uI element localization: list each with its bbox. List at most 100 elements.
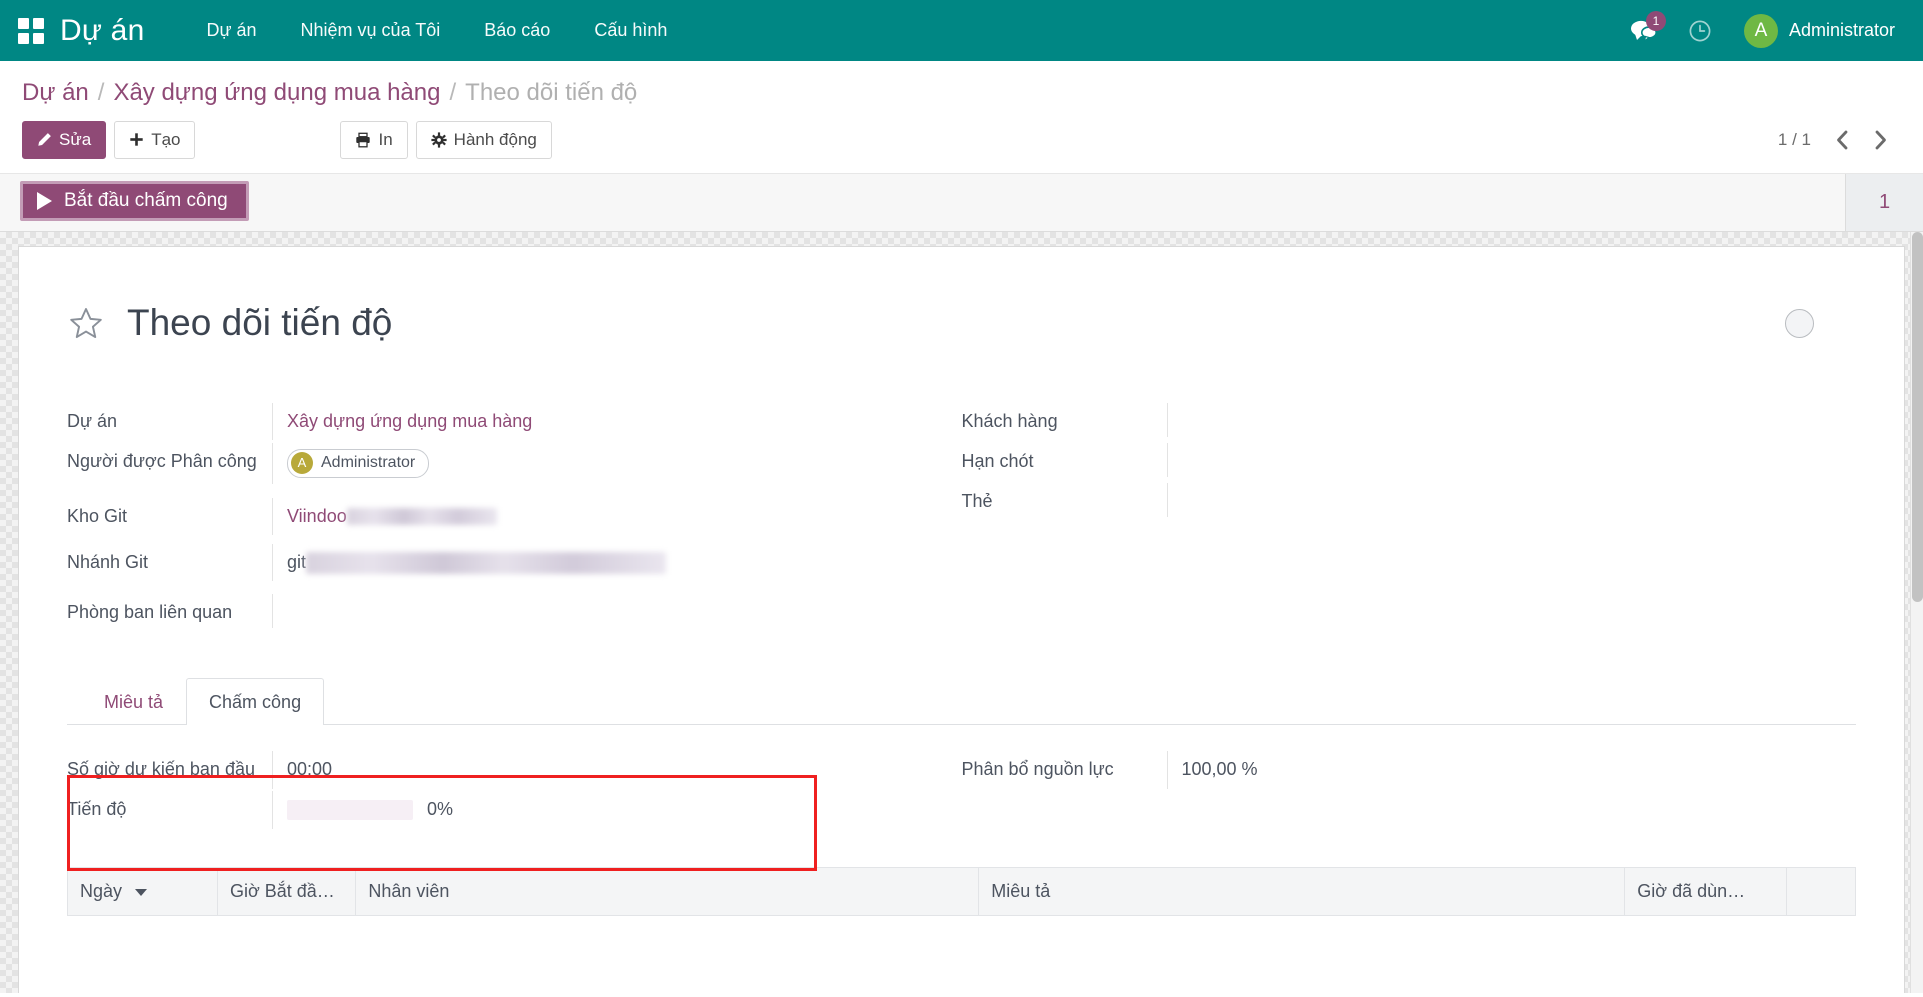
field-value[interactable]: [272, 594, 902, 628]
field-label: Thẻ: [962, 483, 1167, 521]
pager-value[interactable]: 1 / 1: [1768, 124, 1821, 156]
breadcrumb: Dự án / Xây dựng ứng dụng mua hàng / The…: [22, 61, 1901, 111]
edit-button[interactable]: Sửa: [22, 121, 106, 159]
scrollbar-thumb[interactable]: [1912, 232, 1923, 602]
sheet-title-row: Theo dõi tiến độ: [67, 279, 1856, 369]
edit-button-label: Sửa: [59, 130, 91, 150]
field-value[interactable]: 100,00 %: [1167, 751, 1797, 789]
field-value[interactable]: 00:00: [272, 751, 902, 789]
breadcrumb-item-project[interactable]: Xây dựng ứng dụng mua hàng: [113, 79, 440, 107]
table-header: Ngày Giờ Bắt đầ… Nhân viên Miêu tả Giờ đ…: [68, 868, 1856, 916]
field-nhanh-git: Nhánh Git git: [67, 544, 902, 584]
user-menu[interactable]: A Administrator: [1728, 14, 1901, 48]
field-value[interactable]: [1167, 403, 1797, 437]
vertical-scrollbar[interactable]: [1910, 232, 1923, 993]
redacted-content: [347, 508, 497, 525]
field-label: Hạn chót: [962, 443, 1167, 481]
chevron-right-icon: [1872, 129, 1889, 151]
secondary-action-buttons: In Hành động: [340, 121, 559, 159]
column-header-mieu-ta[interactable]: Miêu tả: [979, 868, 1625, 916]
field-so-gio-du-kien-ban-dau: Số giờ dự kiến ban đầu 00:00: [67, 751, 902, 791]
notebook-tabs: Miêu tả Chấm công: [67, 678, 1856, 726]
breadcrumb-separator: /: [449, 79, 456, 107]
progress-bar: [287, 800, 413, 820]
assignee-tag[interactable]: A Administrator: [287, 449, 429, 478]
field-label: Số giờ dự kiến ban đầu: [67, 751, 272, 789]
apps-grid-icon[interactable]: [18, 18, 44, 44]
field-value: Xây dựng ứng dụng mua hàng: [272, 403, 902, 441]
page-title: Theo dõi tiến độ: [127, 303, 392, 344]
column-header-gio-da-dung[interactable]: Giờ đã dùn…: [1625, 868, 1786, 916]
field-tien-do: Tiến độ 0%: [67, 791, 902, 831]
tag-label: Administrator: [321, 452, 415, 475]
user-name: Administrator: [1789, 20, 1895, 41]
form-column-left: Dự án Xây dựng ứng dụng mua hàng Người đ…: [67, 403, 962, 634]
progress-widget[interactable]: 0%: [287, 797, 902, 823]
tab-mieu-ta[interactable]: Miêu tả: [81, 678, 186, 726]
pager-previous-button[interactable]: [1825, 123, 1859, 157]
pager-next-button[interactable]: [1863, 123, 1897, 157]
statusbar-spacer: [261, 174, 1845, 231]
control-panel-buttons: Sửa Tạo In: [22, 111, 1901, 173]
action-button-label: Hành động: [454, 130, 537, 150]
pencil-icon: [37, 132, 52, 147]
project-link[interactable]: Xây dựng ứng dụng mua hàng: [287, 411, 532, 431]
stat-button[interactable]: 1: [1845, 174, 1923, 231]
field-value: Viindoo: [272, 498, 902, 536]
chevron-left-icon: [1834, 129, 1851, 151]
tab-cham-cong[interactable]: Chấm công: [186, 678, 324, 726]
git-repo-link[interactable]: Viindoo: [287, 506, 347, 526]
column-header-nhan-vien[interactable]: Nhân viên: [356, 868, 979, 916]
sort-desc-caret-icon: [135, 889, 147, 896]
column-label: Ngày: [80, 881, 122, 901]
timesheet-table: Ngày Giờ Bắt đầ… Nhân viên Miêu tả Giờ đ…: [67, 867, 1856, 916]
table-header-row: Ngày Giờ Bắt đầ… Nhân viên Miêu tả Giờ đ…: [68, 868, 1856, 916]
statusbar-row: Bắt đầu chấm công 1: [0, 174, 1923, 232]
navbar-right-section: 1 A Administrator: [1616, 0, 1901, 61]
plus-icon: [129, 132, 144, 147]
column-header-gio-bat-dau[interactable]: Giờ Bắt đầ…: [217, 868, 355, 916]
breadcrumb-item-du-an[interactable]: Dự án: [22, 79, 89, 107]
form-columns: Dự án Xây dựng ứng dụng mua hàng Người đ…: [67, 403, 1856, 634]
tag-avatar: A: [291, 452, 313, 474]
print-button[interactable]: In: [340, 121, 407, 159]
kanban-state-circle-icon[interactable]: [1785, 309, 1814, 338]
menu-item-du-an[interactable]: Dự án: [184, 0, 278, 61]
column-header-ngay[interactable]: Ngày: [68, 868, 218, 916]
messages-badge: 1: [1646, 11, 1666, 31]
field-label: Kho Git: [67, 498, 272, 536]
start-timesheet-button[interactable]: Bắt đầu chấm công: [20, 181, 249, 222]
create-button[interactable]: Tạo: [114, 121, 195, 159]
field-value[interactable]: [1167, 483, 1797, 517]
redacted-content: [306, 552, 666, 574]
field-phan-bo-nguon-luc: Phân bổ nguồn lực 100,00 %: [962, 751, 1797, 791]
star-outline-icon[interactable]: [67, 305, 105, 342]
git-branch-value: git: [287, 552, 306, 572]
app-brand-title[interactable]: Dự án: [60, 14, 144, 48]
menu-item-nhiem-vu-cua-toi[interactable]: Nhiệm vụ của Tôi: [279, 0, 463, 61]
menu-item-cau-hinh[interactable]: Cấu hình: [572, 0, 689, 61]
field-label: Dự án: [67, 403, 272, 441]
field-label: Người được Phân công: [67, 443, 272, 481]
main-menu: Dự án Nhiệm vụ của Tôi Báo cáo Cấu hình: [184, 0, 689, 61]
field-label: Phân bổ nguồn lực: [962, 751, 1167, 789]
start-timesheet-label: Bắt đầu chấm công: [64, 191, 228, 212]
notebook-column-right: Phân bổ nguồn lực 100,00 %: [962, 751, 1857, 831]
gear-icon: [431, 132, 447, 148]
start-timer-wrapper: Bắt đầu chấm công: [0, 174, 261, 231]
notebook-page-cham-cong: Số giờ dự kiến ban đầu 00:00 Tiến độ: [67, 725, 1856, 916]
clock-icon: [1688, 19, 1712, 43]
progress-value: 0%: [427, 797, 453, 823]
menu-item-bao-cao[interactable]: Báo cáo: [462, 0, 572, 61]
field-value: 0%: [272, 791, 902, 829]
play-icon: [37, 192, 52, 210]
field-han-chot: Hạn chót: [962, 443, 1797, 483]
breadcrumb-item-current: Theo dõi tiến độ: [465, 79, 637, 107]
messages-button[interactable]: 1: [1616, 0, 1672, 61]
field-value[interactable]: [1167, 443, 1797, 477]
action-button[interactable]: Hành động: [416, 121, 552, 159]
activities-button[interactable]: [1672, 0, 1728, 61]
field-khach-hang: Khách hàng: [962, 403, 1797, 443]
notebook-column-left: Số giờ dự kiến ban đầu 00:00 Tiến độ: [67, 751, 962, 831]
printer-icon: [355, 132, 371, 148]
